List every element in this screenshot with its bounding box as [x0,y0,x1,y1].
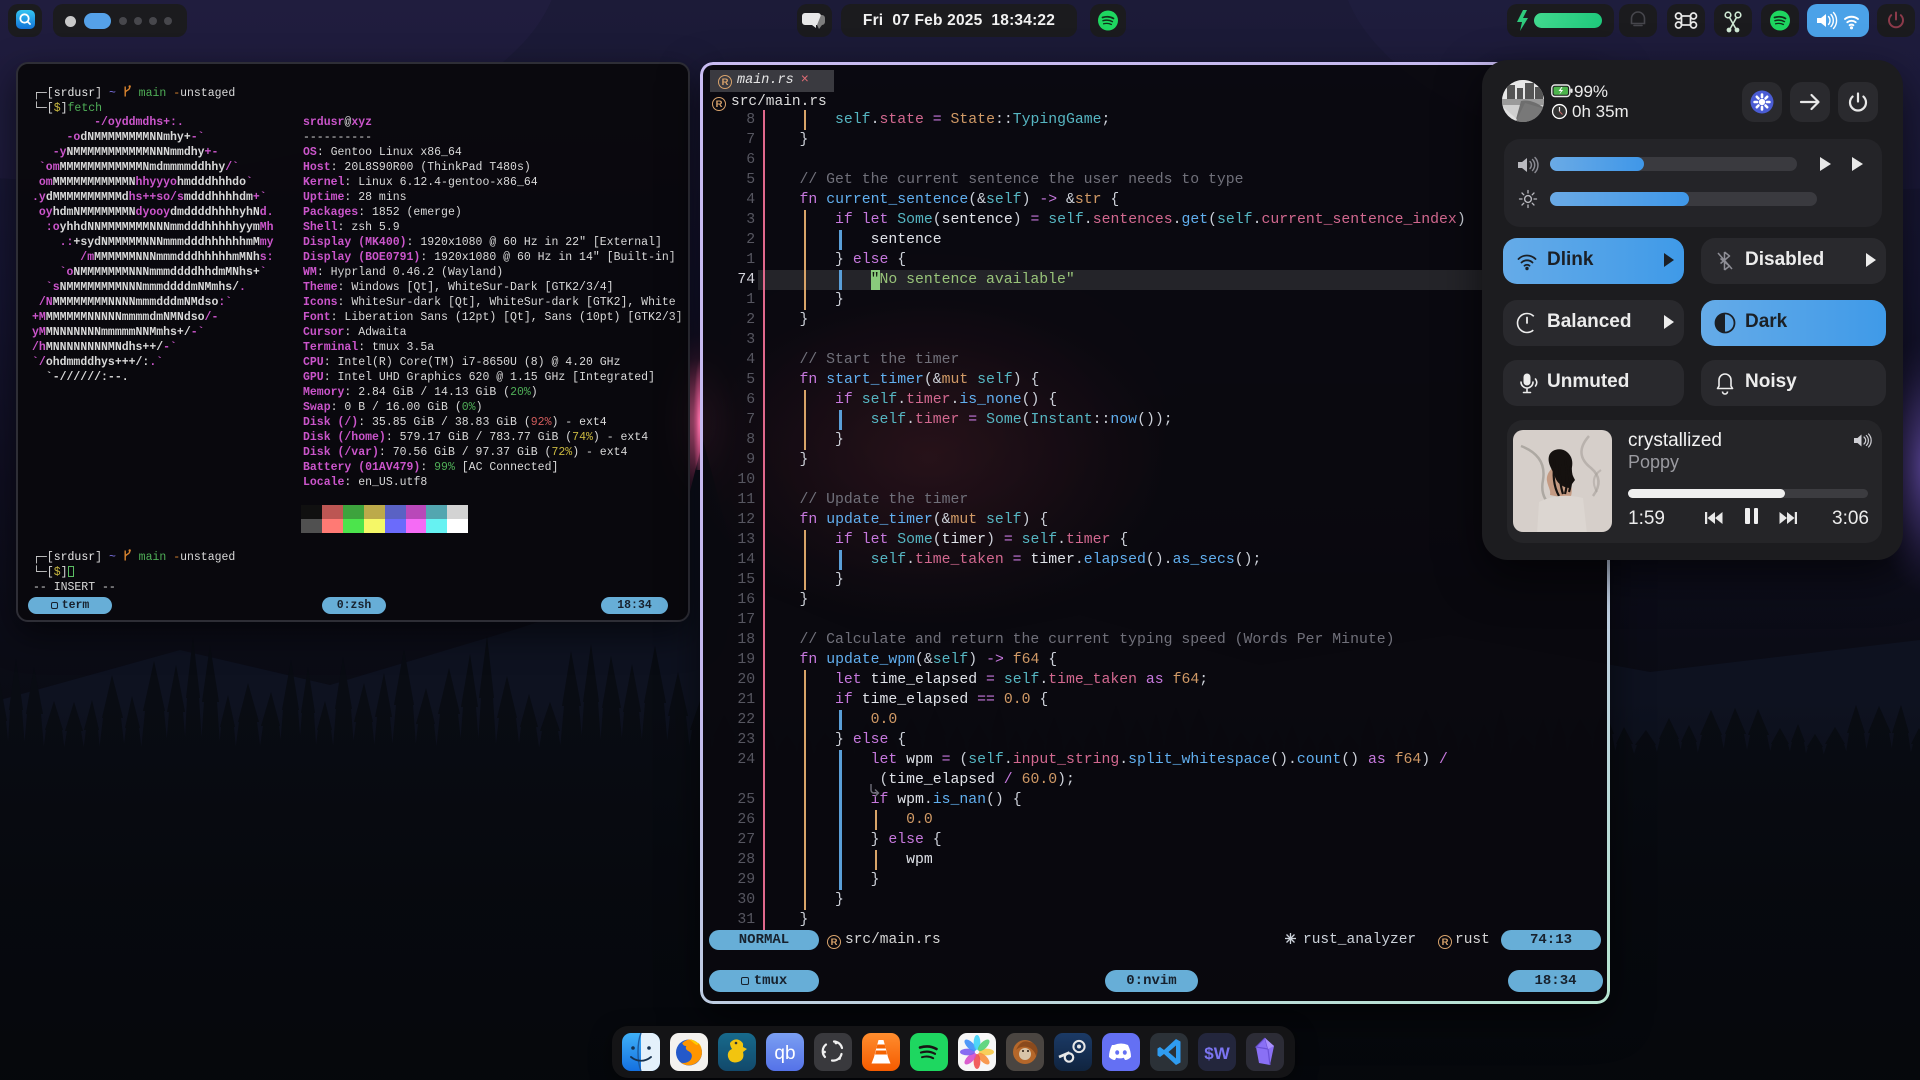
svg-text:qb: qb [774,1043,795,1064]
svg-text:$W: $W [1204,1044,1230,1063]
